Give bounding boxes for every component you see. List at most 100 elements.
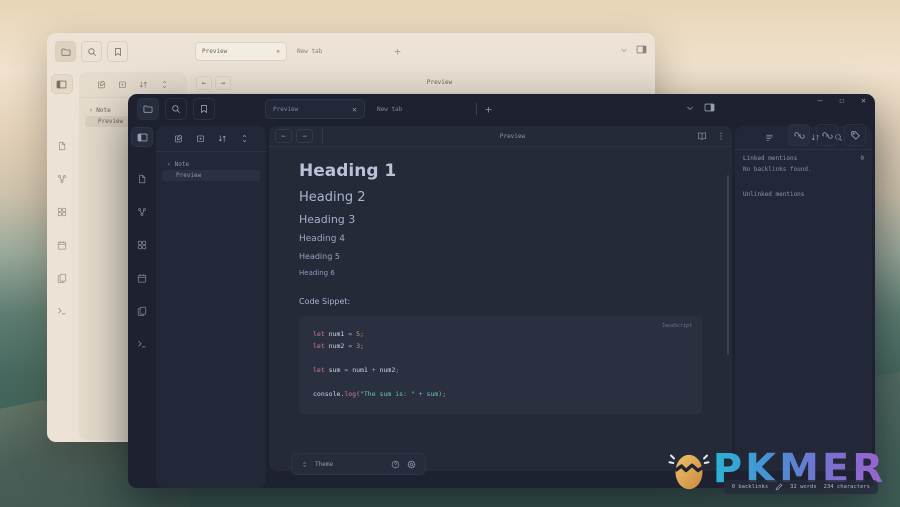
terminal-icon[interactable] bbox=[51, 301, 73, 321]
chevron-right-icon[interactable]: › bbox=[89, 107, 93, 114]
copy-icon[interactable] bbox=[51, 268, 73, 288]
heading-5: Heading 5 bbox=[299, 252, 340, 261]
sidebar-toggle-icon[interactable] bbox=[131, 127, 153, 147]
heading-1: Heading 1 bbox=[299, 161, 397, 181]
folder-icon[interactable] bbox=[55, 41, 76, 62]
dark-theme-label: Theme bbox=[315, 460, 334, 468]
unlinked-mentions-label[interactable]: Unlinked mentions bbox=[735, 177, 872, 198]
calendar-icon[interactable] bbox=[131, 268, 153, 288]
nav-forward-icon[interactable]: → bbox=[296, 129, 313, 143]
graph-icon[interactable] bbox=[131, 202, 153, 222]
search-icon[interactable] bbox=[165, 98, 187, 120]
calendar-icon[interactable] bbox=[51, 235, 73, 255]
tree-folder-label: Note bbox=[96, 107, 111, 114]
linked-mentions-count: 0 bbox=[860, 155, 864, 162]
tree-folder-note[interactable]: › Note bbox=[162, 159, 260, 170]
backlinks-icon[interactable] bbox=[788, 124, 810, 146]
linked-mentions-label: Linked mentions bbox=[743, 155, 798, 162]
nav-forward-icon[interactable]: → bbox=[215, 75, 231, 90]
tags-icon[interactable] bbox=[844, 124, 866, 146]
dark-titlebar-right bbox=[686, 102, 715, 113]
sort-icon[interactable] bbox=[218, 134, 227, 143]
tree-file-preview[interactable]: Preview bbox=[162, 170, 260, 181]
preview-document[interactable]: Heading 1 Heading 2 Heading 3 Heading 4 … bbox=[269, 147, 732, 471]
chevron-right-icon[interactable]: › bbox=[167, 161, 171, 168]
nav-back-icon[interactable]: ← bbox=[275, 129, 292, 143]
copy-icon[interactable] bbox=[131, 301, 153, 321]
tab-preview[interactable]: Preview ✕ bbox=[265, 99, 365, 119]
linked-mentions-row[interactable]: Linked mentions 0 bbox=[735, 150, 872, 162]
sort-icon[interactable] bbox=[139, 80, 148, 89]
code-block[interactable]: JavaScript let num1 = 5; let num2 = 3; l… bbox=[299, 316, 702, 415]
new-folder-icon[interactable] bbox=[196, 134, 205, 143]
chevron-down-icon[interactable] bbox=[620, 46, 628, 54]
status-bar: 0 backlinks 32 words 234 characters bbox=[723, 480, 878, 494]
header-divider bbox=[322, 128, 323, 144]
outgoing-links-icon[interactable] bbox=[816, 124, 838, 146]
folder-icon[interactable] bbox=[137, 98, 159, 120]
collapse-all-icon[interactable] bbox=[160, 80, 169, 89]
canvas-icon[interactable] bbox=[51, 202, 73, 222]
new-folder-icon[interactable] bbox=[118, 80, 127, 89]
new-note-icon[interactable] bbox=[174, 134, 183, 143]
terminal-icon[interactable] bbox=[131, 334, 153, 354]
new-tab-label[interactable]: New tab bbox=[297, 48, 322, 55]
file-icon[interactable] bbox=[131, 169, 153, 189]
dark-left-rail[interactable] bbox=[128, 124, 156, 488]
no-backlinks-message: No backlinks found. bbox=[743, 166, 812, 173]
foreground-window-dark-theme[interactable]: — ☐ ✕ Preview ✕ New tab + › Note Preview… bbox=[128, 94, 875, 488]
tree-file-label: Preview bbox=[98, 118, 124, 125]
editor-scrollbar[interactable] bbox=[727, 175, 729, 355]
bookmark-icon[interactable] bbox=[107, 41, 128, 62]
reading-view-icon[interactable] bbox=[697, 131, 707, 141]
dark-explorer-toolbar[interactable] bbox=[156, 126, 266, 152]
dark-editor-pane[interactable]: ← → Preview Heading 1 Heading 2 Heading … bbox=[269, 126, 732, 471]
right-panel-tabs[interactable] bbox=[788, 124, 866, 146]
close-icon[interactable]: ✕ bbox=[276, 48, 280, 55]
code-line: console.log("The sum is: " + sum); bbox=[313, 390, 447, 399]
right-sidebar-toggle-icon[interactable] bbox=[704, 102, 715, 113]
nav-back-icon[interactable]: ← bbox=[196, 75, 212, 90]
light-tab-bar[interactable]: Preview ✕ New tab + bbox=[195, 42, 401, 61]
heading-4: Heading 4 bbox=[299, 234, 346, 244]
tab-preview[interactable]: Preview ✕ bbox=[195, 42, 287, 61]
search-icon[interactable] bbox=[81, 41, 102, 62]
list-icon[interactable] bbox=[765, 133, 774, 142]
dark-file-tree[interactable]: › Note Preview bbox=[156, 152, 266, 188]
backlinks-panel[interactable]: Linked mentions 0 No backlinks found. Un… bbox=[735, 126, 872, 471]
dark-pane-header: ← → Preview bbox=[269, 126, 732, 147]
pencil-icon[interactable] bbox=[775, 483, 783, 491]
status-backlinks[interactable]: 0 backlinks bbox=[732, 484, 768, 490]
help-icon[interactable] bbox=[391, 460, 400, 469]
dark-theme-selector[interactable]: Theme bbox=[291, 453, 426, 475]
dark-editor-area: ← → Preview Heading 1 Heading 2 Heading … bbox=[269, 124, 735, 488]
graph-icon[interactable] bbox=[51, 169, 73, 189]
status-words: 32 words bbox=[790, 484, 817, 490]
code-snippet-caption: Code Sippet: bbox=[299, 297, 351, 306]
dark-tab-bar[interactable]: Preview ✕ New tab + bbox=[265, 99, 492, 119]
chevron-down-icon[interactable] bbox=[686, 104, 694, 112]
new-tab-label[interactable]: New tab bbox=[377, 106, 402, 113]
add-tab-icon[interactable]: + bbox=[394, 45, 401, 58]
settings-gear-icon[interactable] bbox=[407, 460, 416, 469]
canvas-icon[interactable] bbox=[131, 235, 153, 255]
dark-window-titlebar: Preview ✕ New tab + bbox=[128, 94, 875, 124]
file-icon[interactable] bbox=[51, 136, 73, 156]
new-note-icon[interactable] bbox=[97, 80, 106, 89]
right-sidebar-toggle-icon[interactable] bbox=[636, 44, 647, 55]
light-pane-title: Preview bbox=[426, 79, 453, 86]
bookmark-icon[interactable] bbox=[193, 98, 215, 120]
dark-file-explorer[interactable]: › Note Preview bbox=[156, 126, 266, 488]
dark-pane-title: Preview bbox=[499, 132, 526, 140]
light-left-rail[interactable] bbox=[47, 70, 76, 442]
code-language-label: JavaScript bbox=[661, 323, 692, 329]
collapse-all-icon[interactable] bbox=[240, 134, 249, 143]
light-titlebar-right bbox=[620, 44, 647, 55]
add-tab-icon[interactable]: + bbox=[485, 103, 492, 116]
close-icon[interactable]: ✕ bbox=[352, 105, 357, 114]
tab-label: Preview bbox=[202, 48, 228, 55]
more-options-icon[interactable] bbox=[716, 131, 726, 141]
sidebar-toggle-icon[interactable] bbox=[50, 74, 73, 94]
